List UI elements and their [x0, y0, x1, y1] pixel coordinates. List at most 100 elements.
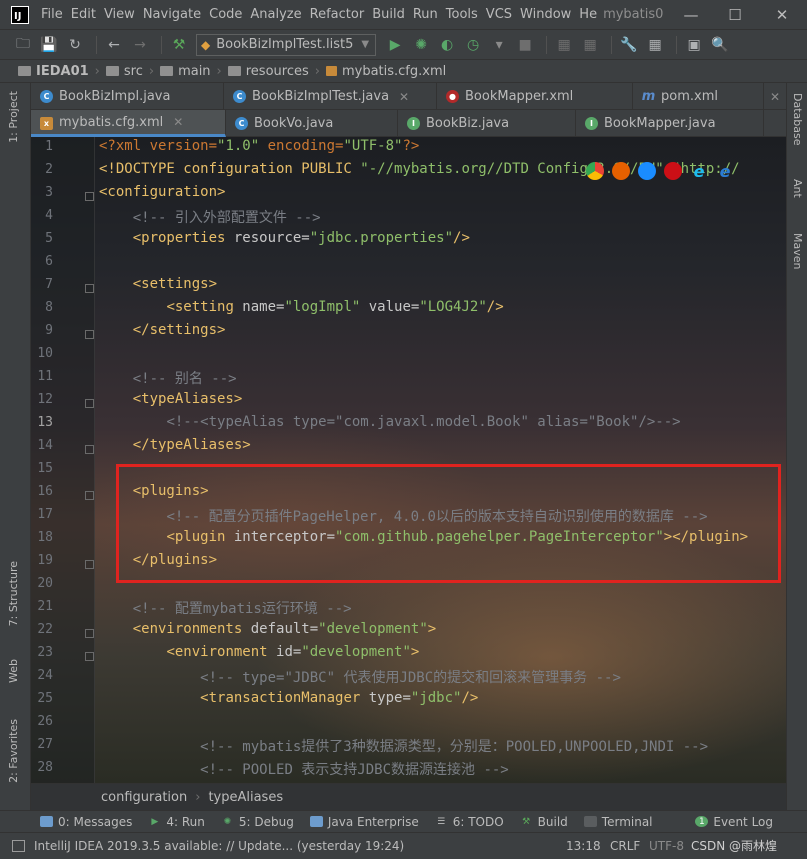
chrome-icon[interactable]: [586, 162, 604, 180]
debug-bug-icon[interactable]: ✺: [410, 34, 432, 56]
menu-edit[interactable]: Edit: [67, 0, 100, 29]
xml-crumb-configuration[interactable]: configuration: [101, 790, 187, 805]
menu-help[interactable]: He: [575, 0, 601, 29]
status-toggle-icon[interactable]: [12, 840, 25, 852]
code-line-1: <?xml version="1.0" encoding="UTF-8"?>: [99, 138, 419, 154]
opera-icon[interactable]: [664, 162, 682, 180]
menu-run[interactable]: Run: [409, 0, 442, 29]
stop-icon[interactable]: ■: [514, 34, 536, 56]
fold-marker[interactable]: [85, 652, 94, 661]
line-number: 18: [37, 530, 53, 545]
menu-refactor[interactable]: Refactor: [306, 0, 369, 29]
tool-build[interactable]: ⚒ Build: [520, 815, 568, 829]
line-separator[interactable]: CRLF: [610, 833, 640, 859]
safari-icon[interactable]: [638, 162, 656, 180]
fold-marker[interactable]: [85, 491, 94, 500]
fold-marker[interactable]: [85, 192, 94, 201]
tab-bookmapper-xml[interactable]: ● BookMapper.xml: [437, 83, 633, 110]
build-hammer-icon: ⚒: [522, 816, 531, 827]
tool-tab-web[interactable]: Web: [7, 659, 20, 683]
tab-bookbiz[interactable]: I BookBiz.java: [398, 110, 576, 137]
tool-tab-structure[interactable]: 7: Structure: [7, 561, 20, 626]
menu-tools[interactable]: Tools: [442, 0, 482, 29]
maximize-button[interactable]: ☐: [713, 0, 757, 29]
crumb-main[interactable]: main: [160, 64, 211, 79]
fold-marker[interactable]: [85, 560, 94, 569]
open-folder-icon[interactable]: 🗀: [12, 34, 34, 56]
forward-arrow-icon[interactable]: →: [129, 34, 151, 56]
crumb-file[interactable]: mybatis.cfg.xml: [325, 64, 446, 79]
xml-crumb-typealiases[interactable]: typeAliases: [208, 790, 283, 805]
tab-pom-xml[interactable]: m pom.xml: [633, 83, 764, 110]
run-configuration-select[interactable]: ◆ BookBizImplTest.list5 ▼: [196, 33, 377, 56]
xml-tag: />: [461, 690, 479, 706]
firefox-icon[interactable]: [612, 162, 630, 180]
update-notification[interactable]: IntelliJ IDEA 2019.3.5 available: // Upd…: [34, 839, 404, 853]
tab-bookvo[interactable]: C BookVo.java: [226, 110, 398, 137]
tab-mybatis-cfg[interactable]: x mybatis.cfg.xml ✕: [31, 110, 226, 137]
fold-marker[interactable]: [85, 284, 94, 293]
file-encoding[interactable]: UTF-8: [649, 833, 684, 859]
save-all-icon[interactable]: 💾: [38, 34, 60, 56]
tool-messages[interactable]: 0: Messages: [40, 815, 132, 829]
vcs-icon[interactable]: ▦: [553, 34, 575, 56]
xml-tag: <typeAliases>: [132, 391, 243, 407]
tool-tab-ant[interactable]: Ant: [791, 179, 804, 198]
window-title: mybatis0: [603, 7, 664, 22]
more-run-icon[interactable]: ▾: [488, 34, 510, 56]
crumb-project[interactable]: IEDA01: [18, 64, 89, 79]
caret-position[interactable]: 13:18: [566, 833, 601, 859]
tab-bookbizimpl[interactable]: C BookBizImpl.java: [31, 83, 224, 110]
menu-file[interactable]: File: [37, 0, 67, 29]
code-editor[interactable]: 1 2 3 4 5 6 7 8 9 10 11 12 13 14 15 16 1…: [31, 137, 786, 783]
back-arrow-icon[interactable]: ←: [103, 34, 125, 56]
profile-icon[interactable]: ◷: [462, 34, 484, 56]
interface-icon: I: [585, 117, 598, 130]
fold-marker[interactable]: [85, 445, 94, 454]
crumb-src[interactable]: src: [105, 64, 143, 79]
minimize-button[interactable]: —: [669, 0, 713, 29]
tab-bookmapper-java[interactable]: I BookMapper.java: [576, 110, 764, 137]
coverage-icon[interactable]: ◐: [436, 34, 458, 56]
tab-bookbizimpltest[interactable]: C BookBizImplTest.java ✕: [224, 83, 437, 110]
build-hammer-icon[interactable]: ⚒: [168, 34, 190, 56]
settings-wrench-icon[interactable]: 🔧: [618, 34, 640, 56]
project-structure-icon[interactable]: ▦: [644, 34, 666, 56]
vcs-update-icon[interactable]: ▦: [579, 34, 601, 56]
tool-terminal[interactable]: Terminal: [583, 815, 653, 829]
tool-todo[interactable]: ☰ 6: TODO: [435, 815, 504, 829]
fold-marker[interactable]: [85, 629, 94, 638]
tool-tab-favorites[interactable]: 2: Favorites: [7, 719, 20, 783]
fold-marker[interactable]: [85, 399, 94, 408]
crumb-resources[interactable]: resources: [227, 64, 309, 79]
tool-java-enterprise[interactable]: Java Enterprise: [309, 815, 419, 829]
edge-icon[interactable]: e: [716, 162, 734, 181]
menu-window[interactable]: Window: [516, 0, 575, 29]
close-tab-icon[interactable]: ✕: [399, 90, 409, 104]
tab-label: BookBizImpl.java: [59, 89, 171, 104]
fold-marker[interactable]: [85, 330, 94, 339]
menu-code[interactable]: Code: [205, 0, 246, 29]
intellij-logo-icon[interactable]: IJ: [11, 5, 29, 24]
tool-tab-database[interactable]: Database: [791, 93, 804, 146]
tool-tab-project[interactable]: 1: Project: [7, 91, 20, 143]
tool-debug[interactable]: ✺ 5: Debug: [221, 815, 294, 829]
tool-tab-maven[interactable]: Maven: [791, 233, 804, 269]
sync-icon[interactable]: ↻: [64, 34, 86, 56]
run-icon[interactable]: ▶: [384, 34, 406, 56]
tab-label: BookMapper.java: [604, 116, 716, 131]
ie-icon[interactable]: e: [690, 162, 708, 181]
menu-analyze[interactable]: Analyze: [246, 0, 305, 29]
close-tab-icon[interactable]: ✕: [173, 115, 183, 129]
search-icon[interactable]: 🔍: [709, 34, 731, 56]
menu-build[interactable]: Build: [368, 0, 409, 29]
menu-vcs[interactable]: VCS: [482, 0, 516, 29]
close-tab-icon[interactable]: ✕: [764, 83, 786, 110]
tool-run[interactable]: ▶ 4: Run: [148, 815, 204, 829]
tool-event-log[interactable]: 1 Event Log: [695, 815, 773, 829]
close-window-button[interactable]: ✕: [760, 0, 804, 29]
terminal-window-icon[interactable]: ▣: [683, 34, 705, 56]
crumb-separator: ›: [314, 63, 320, 79]
menu-view[interactable]: View: [100, 0, 139, 29]
menu-navigate[interactable]: Navigate: [139, 0, 205, 29]
